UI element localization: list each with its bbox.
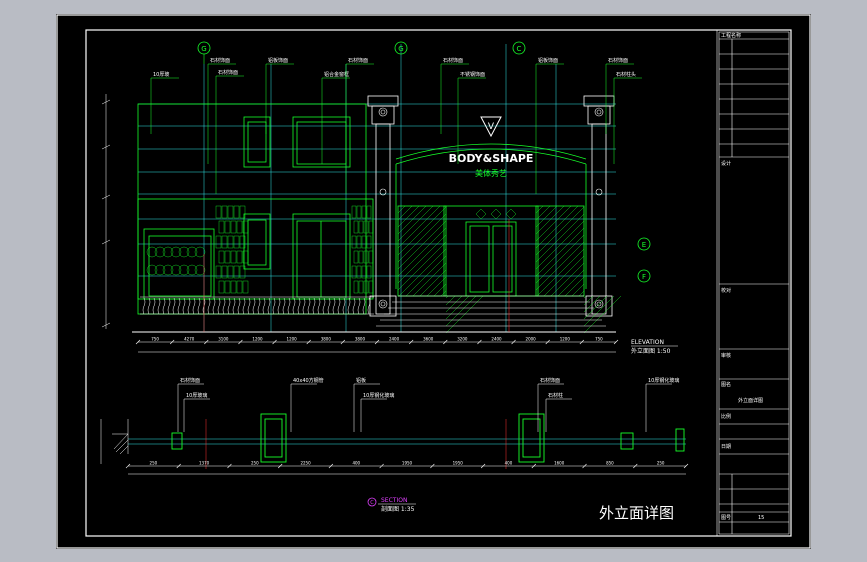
annotation-label: 铝板饰面 — [268, 57, 288, 64]
section-annotation-label: 石材饰面 — [180, 377, 200, 384]
tb-checker-label: 校对 — [721, 287, 731, 294]
dimension-label: 250 — [251, 461, 259, 466]
railing — [140, 296, 374, 315]
annotation-label: 石材饰面 — [218, 69, 238, 76]
dimension-label: 250 — [150, 461, 158, 466]
section-annotation-label: 10厚钢化玻璃 — [648, 377, 679, 384]
dimension-label: 2000 — [526, 337, 537, 342]
section-drawing: 石材饰面 10厚玻璃 40x40方钢管 铝板 10厚钢化玻璃 石材饰面石材柱 10厚钢化玻璃… — [100, 377, 689, 513]
vertical-dimension — [101, 94, 111, 329]
dimension-label: 400 — [505, 461, 513, 466]
section-wall — [128, 438, 686, 445]
grid-bubble-label-4: E — [642, 241, 646, 249]
section-annotation-label: 铝板 — [356, 377, 366, 384]
dimension-label: 3800 — [321, 337, 332, 342]
section-annotation-label: 40x40方钢管 — [293, 377, 324, 384]
section-annotation-label: 10厚玻璃 — [186, 392, 207, 399]
logo-letter: V — [488, 122, 495, 132]
section-annotation-label: 10厚钢化玻璃 — [363, 392, 394, 399]
dimension-label: 1370 — [199, 461, 210, 466]
dimension-label: 1950 — [402, 461, 413, 466]
section-columns — [171, 413, 685, 463]
dimension-label: 2400 — [389, 337, 400, 342]
title-block-text: 工程名称 设计 校对 审核 图名 外立面详图 比例 日期 图号 15 — [721, 32, 764, 521]
dimension-label: 2250 — [300, 461, 311, 466]
tb-drawing-name: 外立面详图 — [738, 397, 763, 404]
section-annotation-label: 石材柱 — [548, 392, 563, 399]
tb-reviewer-label: 审核 — [721, 352, 731, 359]
dimension-label: 3200 — [457, 337, 468, 342]
drawing-sheet[interactable]: 工程名称 设计 校对 审核 图名 外立面详图 比例 日期 图号 15 V BOD… — [56, 14, 811, 549]
dimension-label: 1200 — [252, 337, 263, 342]
annotation-label: 10厚玻 — [153, 71, 169, 78]
cad-drawing: 工程名称 设计 校对 审核 图名 外立面详图 比例 日期 图号 15 V BOD… — [56, 14, 811, 549]
annotation-label: 石材饰面 — [210, 57, 230, 64]
annotation-label: 不锈钢饰面 — [460, 71, 485, 78]
cad-viewport[interactable]: 工程名称 设计 校对 审核 图名 外立面详图 比例 日期 图号 15 V BOD… — [0, 0, 867, 562]
dimension-label: 3800 — [355, 337, 366, 342]
annotation-label: 石材饰面 — [443, 57, 463, 64]
dimension-label: 3600 — [423, 337, 434, 342]
annotation-label: 石材饰面 — [608, 57, 628, 64]
section-title: SECTION — [381, 497, 407, 504]
elevation-subtitle: 外立面图 1:50 — [631, 347, 671, 355]
title-block — [716, 30, 790, 536]
dimension-label: 1600 — [554, 461, 565, 466]
section-mark-label: C — [370, 500, 374, 506]
elevation-label: ELEVATION 外立面图 1:50 — [631, 339, 678, 355]
column-medallions — [378, 107, 604, 309]
section-subtitle: 剖面图 1:35 — [381, 505, 415, 513]
outer-frame — [56, 14, 811, 549]
annotation-label: 石材饰面 — [348, 57, 368, 64]
dimension-label: 1950 — [453, 461, 464, 466]
tb-sheet-no-label: 图号 — [721, 515, 731, 521]
dimension-label: 1200 — [560, 337, 571, 342]
dimension-label: 400 — [352, 461, 360, 466]
dimension-label: 2400 — [491, 337, 502, 342]
entrance-steps — [376, 295, 606, 327]
dimension-label: 4270 — [184, 337, 195, 342]
annotation-label: 铝合金窗框 — [324, 71, 349, 78]
tb-scale-label: 比例 — [721, 413, 731, 420]
grid-bubble-label-1: G — [201, 45, 206, 53]
drawing-title: 外立面详图 — [599, 504, 674, 522]
section-label: C SECTION 剖面图 1:35 — [367, 497, 416, 513]
annotation-label: 石材柱头 — [616, 71, 636, 78]
grid-bubble-label-2: G — [398, 45, 403, 53]
elevation-drawing: V BODY&SHAPE 美体秀艺 G G C E F 10厚玻石材饰面石材饰面… — [101, 41, 678, 355]
grid-bubble-label-5: F — [642, 273, 646, 281]
tb-designer-label: 设计 — [721, 160, 731, 167]
annotation-label: 铝板饰面 — [538, 57, 558, 64]
section-left-wall — [100, 419, 129, 464]
dimension-label: 3100 — [218, 337, 229, 342]
elevation-title: ELEVATION — [631, 339, 664, 346]
dimension-label: 850 — [606, 461, 614, 466]
brand-text: BODY&SHAPE — [449, 152, 534, 165]
section-annotation-label: 石材饰面 — [540, 377, 560, 384]
dimension-label: 250 — [657, 461, 665, 466]
section-leaders: 石材饰面 10厚玻璃 40x40方钢管 铝板 10厚钢化玻璃 石材饰面石材柱 10厚钢化玻璃 — [177, 377, 679, 432]
dimension-label: 750 — [151, 337, 159, 342]
tb-drawing-name-label: 图名 — [721, 381, 731, 388]
shopfront — [395, 143, 587, 297]
red-guides — [203, 219, 510, 332]
dimension-label: 1200 — [287, 337, 298, 342]
section-dimensions: 250 1370 250 2250 400 1950 1950 400 1600 850 250 — [125, 461, 689, 475]
brand-sub: 美体秀艺 — [475, 168, 507, 178]
grid-bubble-label-3: C — [517, 45, 522, 53]
inner-frame — [85, 29, 792, 537]
tb-date-label: 日期 — [721, 444, 731, 450]
tb-project-label: 工程名称 — [721, 32, 741, 39]
dimension-label: 750 — [595, 337, 603, 342]
elevation-dimensions: 750 4270 3100 1200 1200 3800 3800 2400 3600 3200 2… — [135, 337, 619, 353]
annotation-leaders: 10厚玻石材饰面石材饰面铝板饰面铝合金窗框石材饰面 石材饰面不锈钢饰面铝板饰面 石材… — [150, 57, 642, 194]
left-building — [137, 103, 374, 315]
tb-sheet-no: 15 — [758, 515, 764, 521]
